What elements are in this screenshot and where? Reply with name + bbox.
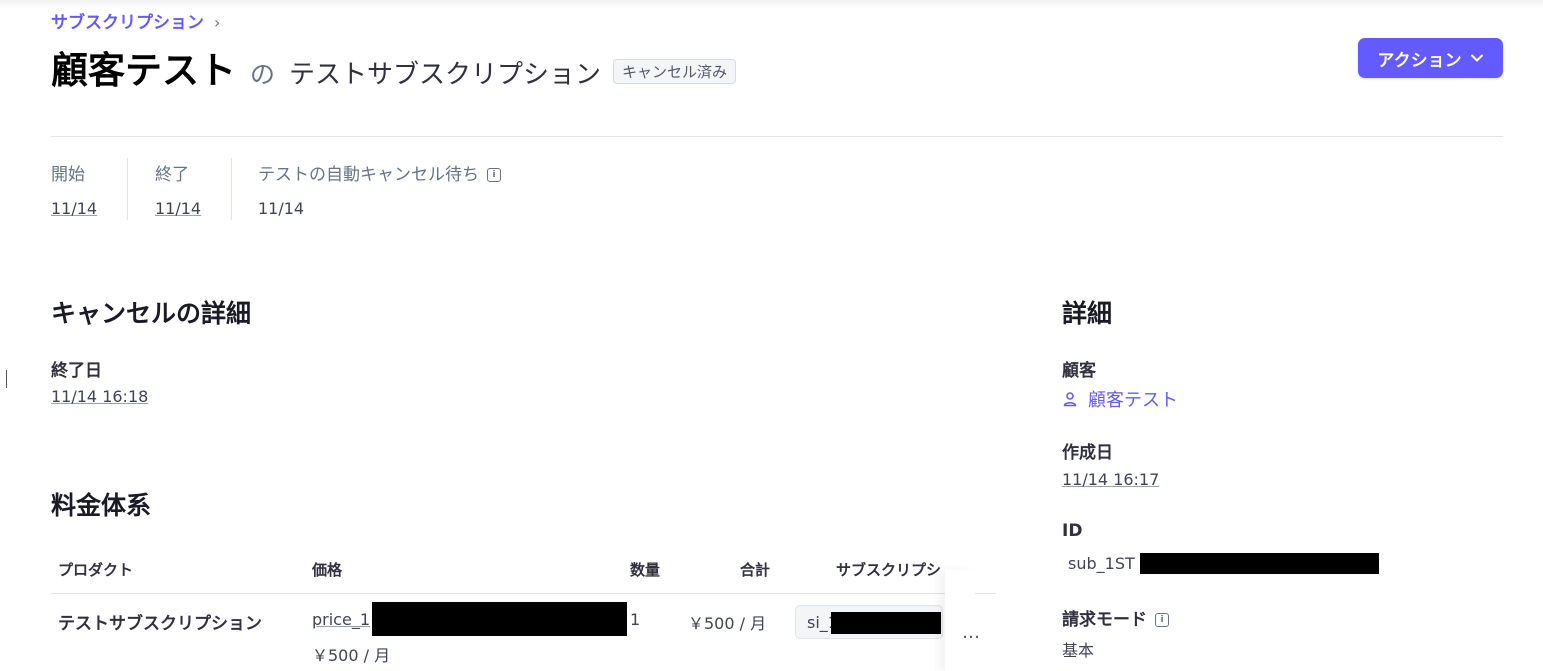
row-price-id[interactable]: price_1 [312,610,370,629]
top-shadow [0,0,1543,8]
summary-auto-cancel-label: テストの自動キャンセル待ち [258,165,479,185]
customer-name-title: 顧客テスト [51,49,236,92]
row-price-amount: ￥500 / 月 [312,646,391,665]
breadcrumb[interactable]: サブスクリプション › [51,8,220,33]
subscription-item-chip[interactable]: si_1 [795,605,943,639]
col-total: 合計 [740,561,771,579]
created-value[interactable]: 11/14 16:17 [1062,470,1159,489]
subscription-name-title: テストサブスクリプション [289,60,602,90]
info-icon[interactable]: i [487,168,501,182]
customer-label: 顧客 [1062,361,1096,381]
summary-end-value[interactable]: 11/14 [155,199,201,218]
actions-button-label: アクション [1377,50,1462,71]
info-icon[interactable]: i [1155,613,1169,627]
user-icon [1063,392,1077,407]
summary-auto-cancel-value: 11/14 [258,199,305,218]
summary-start-value[interactable]: 11/14 [51,199,97,218]
row-quantity: 1 [630,610,641,629]
col-product: プロダクト [58,561,134,579]
chevron-down-icon [1470,54,1483,62]
col-subscription-item: サブスクリプシ [836,561,942,579]
id-label: ID [1062,521,1083,541]
end-date-label: 終了日 [51,361,102,381]
status-badge: キャンセル済み [613,59,737,84]
billing-mode-label-text: 請求モード [1062,610,1147,630]
pricing-heading: 料金体系 [51,491,152,520]
details-heading: 詳細 [1062,299,1113,328]
summary-separator [127,158,128,220]
more-icon[interactable]: … [962,622,981,643]
billing-mode-value: 基本 [1062,641,1095,660]
redaction-bar [1140,553,1379,574]
created-label: 作成日 [1062,443,1113,463]
summary-auto-cancel: テストの自動キャンセル待ち i 11/14 [258,160,501,218]
col-quantity: 数量 [630,561,661,579]
summary-end: 終了 11/14 [155,160,201,218]
id-value: sub_1ST [1068,554,1135,573]
summary-start-label: 開始 [51,165,85,185]
text-cursor [6,370,7,388]
cancellation-heading: キャンセルの詳細 [51,299,252,328]
chevron-right-icon: › [214,13,221,32]
billing-mode-label: 請求モード i [1062,605,1169,630]
redaction-bar [831,612,941,634]
page-title: 顧客テスト の テストサブスクリプション キャンセル済み [51,40,737,94]
title-connector: の [250,60,276,89]
row-total: ￥500 / 月 [688,614,767,633]
actions-button[interactable]: アクション [1358,38,1503,78]
header-divider [51,136,1503,137]
summary-start: 開始 11/14 [51,160,97,218]
summary-separator [231,158,232,220]
sticky-column-edge [945,570,975,671]
summary-end-label: 終了 [155,165,189,185]
row-product: テストサブスクリプション [58,614,262,634]
table-divider [51,593,996,594]
customer-link[interactable]: 顧客テスト [1062,386,1178,412]
col-price: 価格 [312,561,343,579]
breadcrumb-subscriptions[interactable]: サブスクリプション [51,13,204,33]
redaction-bar [372,602,627,636]
customer-link-label: 顧客テスト [1088,390,1178,411]
end-date-value[interactable]: 11/14 16:18 [51,387,148,406]
